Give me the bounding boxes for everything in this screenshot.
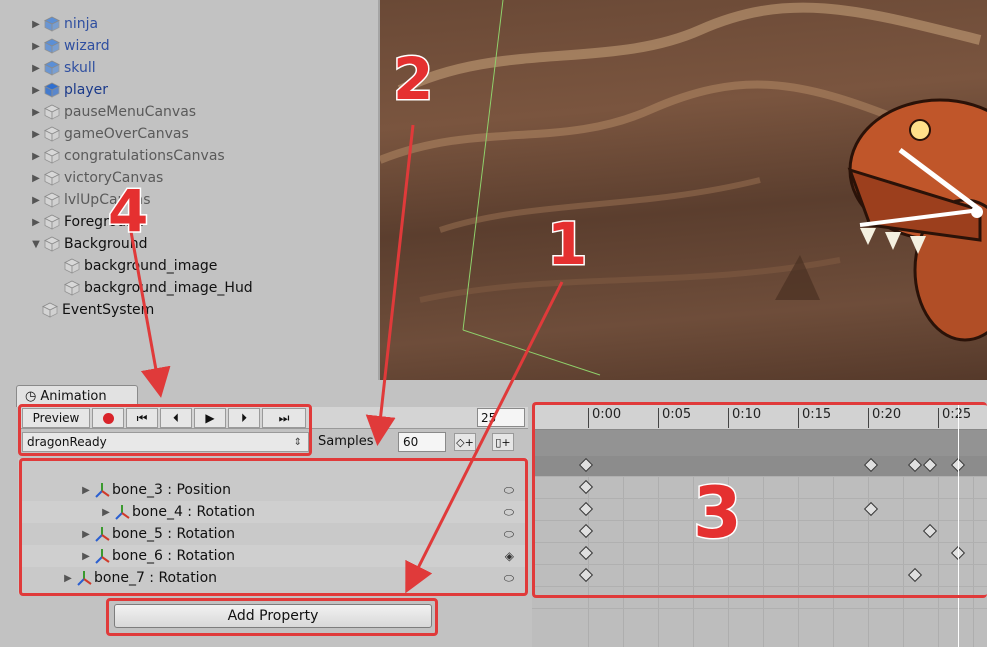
annotation-number-3: 3: [692, 472, 744, 554]
annotation-number-1: 1: [545, 210, 588, 278]
annotation-number-4: 4: [106, 177, 149, 245]
annotation-number-2: 2: [391, 45, 434, 113]
annotation-arrows: [128, 124, 564, 594]
